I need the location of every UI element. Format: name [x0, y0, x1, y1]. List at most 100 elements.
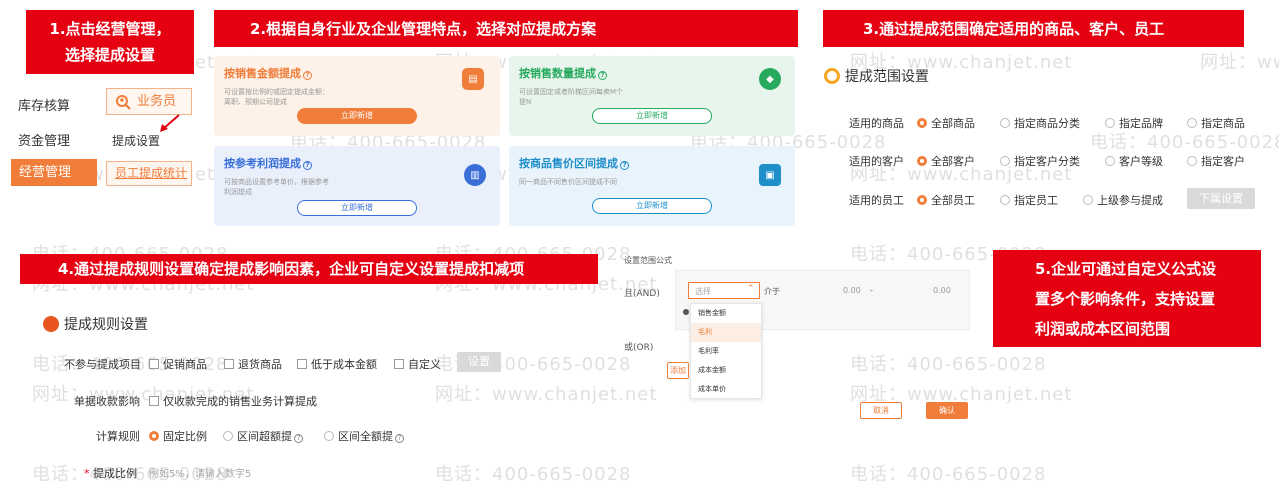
plan-title: 按参考利润提成	[224, 157, 301, 170]
watermark-phone: 电话：400-665-0028	[850, 354, 1047, 375]
employee-stats-link[interactable]: 员工提成统计	[106, 161, 192, 186]
salesman-button[interactable]: 业务员	[106, 88, 192, 115]
help-icon: ?	[294, 434, 303, 443]
rules-title: 提成规则设置	[43, 314, 148, 334]
radio-superior-participate[interactable]: 上级参与提成	[1083, 192, 1163, 208]
bullet-icon	[683, 309, 689, 315]
help-icon: ?	[303, 161, 312, 170]
pointer-arrow-icon	[160, 114, 180, 132]
field-select[interactable]: 选择 ⌃	[688, 282, 760, 299]
checkbox-custom[interactable]: 自定义	[394, 356, 441, 372]
subordinate-settings-button[interactable]: 下属设置	[1187, 188, 1255, 209]
clipboard-icon: ▣	[759, 164, 781, 186]
help-icon: ?	[598, 71, 607, 80]
calc-label: 计算规则	[96, 430, 140, 443]
salesman-label: 业务员	[137, 94, 177, 109]
radio-specific-customer[interactable]: 指定客户	[1187, 153, 1245, 169]
step-5-line3: 利润或成本区间范围	[1035, 319, 1171, 338]
step-5-line1: 5.企业可通过自定义公式设	[1035, 259, 1217, 278]
step-4-banner: 4.通过提成规则设置确定提成影响因素，企业可自定义设置提成扣减项	[20, 254, 598, 284]
dropdown-option[interactable]: 毛利	[691, 323, 761, 342]
radio-brand[interactable]: 指定品牌	[1105, 115, 1163, 131]
add-condition-button[interactable]: 添加	[667, 362, 689, 379]
between-label: 介于	[764, 287, 780, 296]
scope-icon	[824, 68, 840, 84]
exclude-settings-button[interactable]: 设置	[457, 352, 501, 372]
select-placeholder: 选择	[695, 287, 711, 296]
plan-desc: 可设置固定或者阶梯区间每卖M个提N	[519, 88, 624, 106]
box-icon: ◆	[759, 68, 781, 90]
to-input[interactable]: 0.00	[933, 286, 951, 295]
checkbox-returns[interactable]: 退货商品	[224, 356, 282, 372]
rules-icon	[43, 316, 59, 332]
salesman-icon	[116, 95, 131, 110]
formula-title: 设置范围公式	[624, 256, 672, 265]
radio-all-goods[interactable]: 全部商品	[917, 115, 975, 131]
watermark-phone: 电话：400-665-0028	[1090, 132, 1279, 153]
step-2-banner: 2.根据自身行业及企业管理特点，选择对应提成方案	[214, 10, 798, 47]
dash: -	[870, 286, 873, 295]
radio-specific-employee[interactable]: 指定员工	[1000, 192, 1058, 208]
plan-title: 按销售数量提成	[519, 67, 596, 80]
radio-specific-goods[interactable]: 指定商品	[1187, 115, 1245, 131]
ratio-input[interactable]: 例如5%，请输入数字5	[149, 465, 251, 480]
nav-funds[interactable]: 资金管理	[18, 130, 70, 149]
ratio-label: * 提成比例	[84, 465, 137, 481]
plan-card-sales-qty[interactable]: 按销售数量提成? 可设置固定或者阶梯区间每卖M个提N ◆ 立即新增	[509, 56, 795, 136]
step-1-line1: 1.点击经营管理，	[49, 20, 171, 38]
step-3-text: 3.通过提成范围确定适用的商品、客户、员工	[863, 19, 1165, 38]
watermark-site: 网址：www.chanjet.net	[1200, 52, 1279, 73]
cancel-button[interactable]: 取消	[860, 402, 902, 419]
customer-label: 适用的客户	[849, 155, 904, 168]
radio-range-full[interactable]: 区间全额提?	[324, 428, 404, 444]
dropdown-option[interactable]: 成本单价	[691, 380, 761, 399]
employee-label: 适用的员工	[849, 194, 904, 207]
step-5-line2: 置多个影响条件，支持设置	[1035, 289, 1216, 308]
radio-customer-level[interactable]: 客户等级	[1105, 153, 1163, 169]
dropdown-option[interactable]: 销售金额	[691, 304, 761, 323]
radio-all-customers[interactable]: 全部客户	[917, 153, 975, 169]
plan-desc: 同一商品不同售价区间提成不同	[519, 178, 617, 186]
checkbox-promo[interactable]: 促销商品	[149, 356, 207, 372]
radio-fixed-ratio[interactable]: 固定比例	[149, 428, 207, 444]
checkbox-payment-complete[interactable]: 仅收款完成的销售业务计算提成	[149, 393, 317, 409]
help-icon: ?	[395, 434, 404, 443]
checkbox-below-cost[interactable]: 低于成本金额	[297, 356, 377, 372]
add-plan-button[interactable]: 立即新增	[592, 108, 712, 124]
radio-customer-category[interactable]: 指定客户分类	[1000, 153, 1080, 169]
plan-card-price-range[interactable]: 按商品售价区间提成? 同一商品不同售价区间提成不同 ▣ 立即新增	[509, 146, 795, 226]
plan-desc: 可按商品设置参考单价，根据参考利润提成	[224, 178, 329, 196]
add-plan-button[interactable]: 立即新增	[297, 200, 417, 216]
dropdown-option[interactable]: 毛利率	[691, 342, 761, 361]
add-plan-button[interactable]: 立即新增	[592, 198, 712, 214]
step-1-line2: 选择提成设置	[64, 46, 155, 64]
chevron-up-icon: ⌃	[747, 284, 755, 294]
goods-label: 适用的商品	[849, 117, 904, 130]
confirm-button[interactable]: 确认	[926, 402, 968, 419]
scope-title-text: 提成范围设置	[845, 69, 929, 85]
watermark-phone: 电话：400-665-0028	[850, 464, 1047, 485]
plan-card-sales-amount[interactable]: 按销售金额提成? 可设置按比例的或固定提成金额：离职、预期公司提成 ▤ 立即新增	[214, 56, 500, 136]
plan-title: 按商品售价区间提成	[519, 157, 618, 170]
exclude-label: 不参与提成项目	[64, 358, 141, 371]
scope-title: 提成范围设置	[824, 66, 929, 86]
from-input[interactable]: 0.00	[843, 286, 861, 295]
nav-operation[interactable]: 经营管理	[11, 159, 97, 186]
required-mark: *	[84, 467, 90, 480]
add-plan-button[interactable]: 立即新增	[297, 108, 417, 124]
radio-all-employees[interactable]: 全部员工	[917, 192, 975, 208]
commission-settings-link[interactable]: 提成设置	[112, 132, 160, 149]
step-2-text: 2.根据自身行业及企业管理特点，选择对应提成方案	[250, 19, 597, 38]
or-label: 或(OR)	[624, 343, 654, 353]
plan-card-ref-profit[interactable]: 按参考利润提成? 可按商品设置参考单价，根据参考利润提成 ▥ 立即新增	[214, 146, 500, 226]
plan-title: 按销售金额提成	[224, 67, 301, 80]
radio-goods-category[interactable]: 指定商品分类	[1000, 115, 1080, 131]
calendar-icon: ▤	[462, 68, 484, 90]
dropdown-option[interactable]: 成本金额	[691, 361, 761, 380]
radio-range-excess[interactable]: 区间超额提?	[223, 428, 303, 444]
nav-inventory[interactable]: 库存核算	[18, 95, 70, 114]
field-dropdown[interactable]: 销售金额 毛利 毛利率 成本金额 成本单价	[690, 303, 762, 399]
ratio-label-text: 提成比例	[93, 467, 137, 480]
help-icon: ?	[620, 161, 629, 170]
chart-icon: ▥	[464, 164, 486, 186]
